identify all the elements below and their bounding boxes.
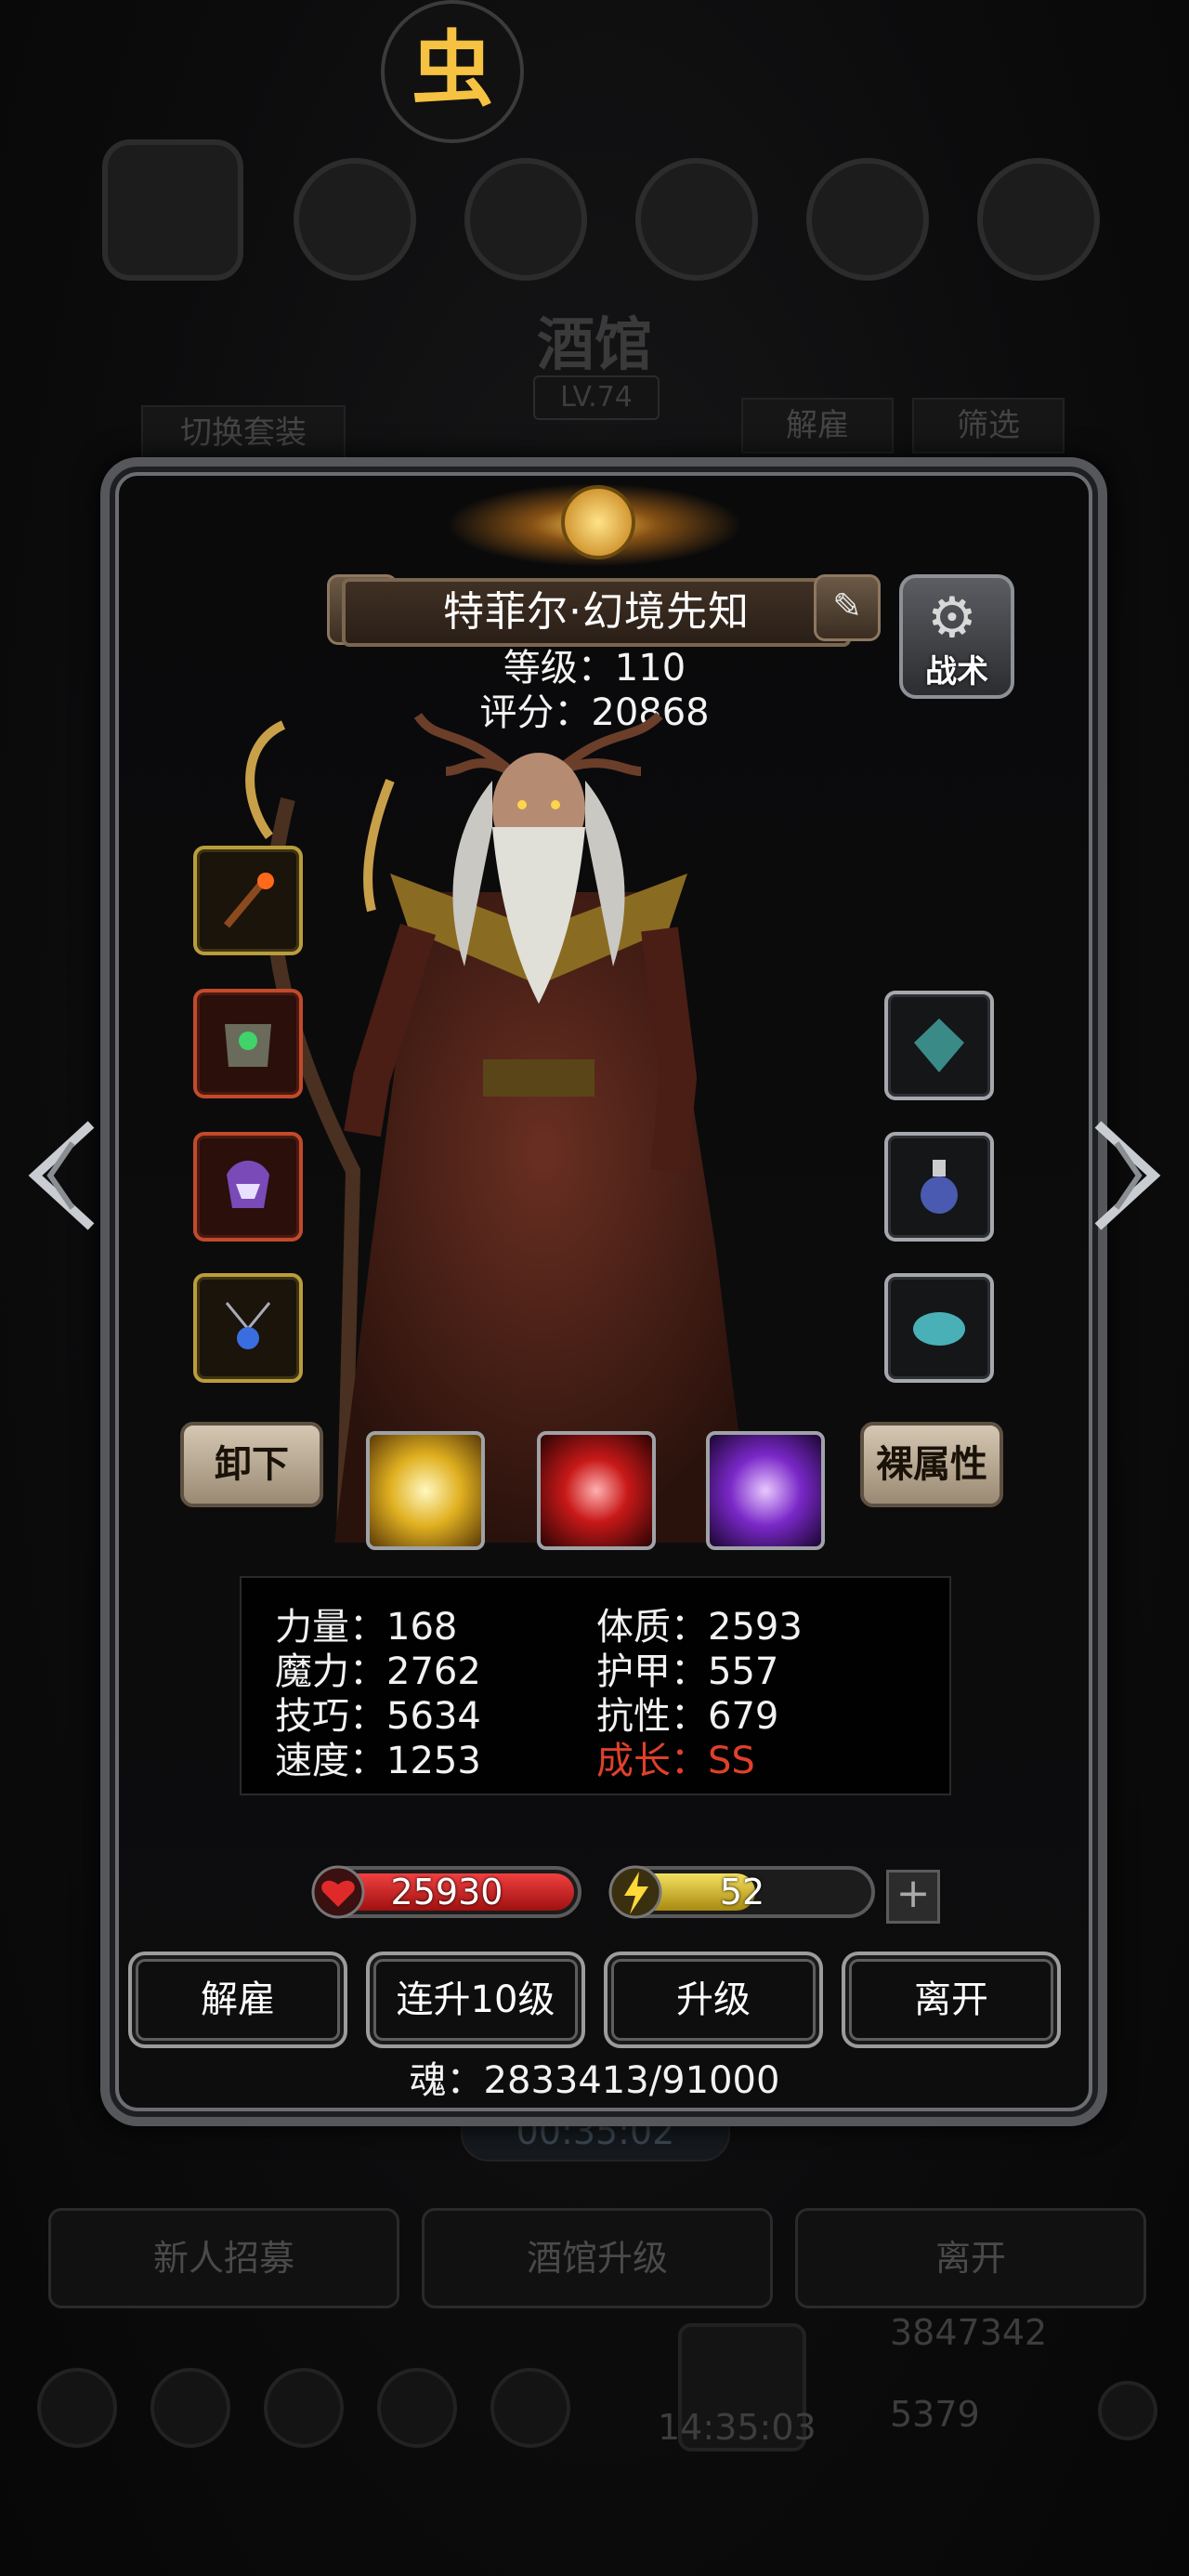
skill-slot-slash[interactable] xyxy=(537,1431,656,1550)
leave-button[interactable]: 离开 xyxy=(842,1952,1061,2048)
amulet-icon xyxy=(225,1302,271,1349)
bg-portrait xyxy=(102,139,243,281)
potion-slot[interactable] xyxy=(884,1132,994,1242)
next-hero-arrow-icon[interactable] xyxy=(1089,1115,1172,1236)
hp-bar: 25930 xyxy=(311,1865,581,1919)
menu-icon xyxy=(377,2368,457,2448)
switch-set-tab: 切换套装 xyxy=(141,405,346,461)
skill-slot-light[interactable] xyxy=(366,1431,485,1550)
edit-icon: ✎ xyxy=(832,585,862,626)
soul-counter: 魂：2833413/91000 xyxy=(409,2059,780,2102)
leave-tavern-button: 离开 xyxy=(795,2208,1146,2308)
weapon-slot[interactable] xyxy=(193,846,303,955)
menu-icon xyxy=(490,2368,570,2448)
tavern-level: LV.74 xyxy=(533,375,660,420)
staff-icon xyxy=(223,873,274,928)
bg-slot-icon xyxy=(635,158,758,281)
potion-icon xyxy=(921,1160,958,1214)
helmet-icon xyxy=(227,1161,269,1208)
previous-hero-arrow-icon[interactable] xyxy=(17,1115,100,1236)
hp-value: 25930 xyxy=(390,1872,503,1912)
add-icon xyxy=(1098,2381,1157,2440)
app-logo: 虫 xyxy=(381,0,524,143)
dismiss-tab: 解雇 xyxy=(741,398,894,453)
clock: 14:35:03 xyxy=(658,2407,817,2448)
bg-slot-icon xyxy=(977,158,1100,281)
filter-tab: 筛选 xyxy=(912,398,1065,453)
level-up-10-button[interactable]: 连升10级 xyxy=(366,1952,585,2048)
gold-count: 3847342 xyxy=(890,2312,1048,2353)
energy-bar: 52 xyxy=(608,1865,875,1919)
tavern-title: 酒馆 xyxy=(536,310,652,378)
stats-box: 力量：168 魔力：2762 技巧：5634 速度：1253 体质：2593 护… xyxy=(240,1576,951,1795)
add-energy-button[interactable]: + xyxy=(886,1870,940,1924)
gem-slot-1[interactable] xyxy=(884,991,994,1100)
bg-slot-icon xyxy=(294,158,416,281)
bare-attributes-button[interactable]: 裸属性 xyxy=(860,1422,1003,1507)
gem-count: 5379 xyxy=(890,2394,980,2435)
armor-slot[interactable] xyxy=(193,989,303,1098)
crystal-icon xyxy=(914,1019,964,1072)
hero-name: 特菲尔·幻境先知 xyxy=(342,578,851,647)
menu-icon xyxy=(150,2368,230,2448)
energy-value: 52 xyxy=(719,1872,765,1912)
stat-growth: 成长：SS xyxy=(596,1740,755,1782)
rename-button[interactable]: ✎ xyxy=(814,574,881,641)
menu-icon xyxy=(37,2368,117,2448)
level-up-button[interactable]: 升级 xyxy=(604,1952,823,2048)
helmet-slot[interactable] xyxy=(193,1132,303,1242)
stone-slot[interactable] xyxy=(884,1273,994,1383)
upgrade-tavern-button: 酒馆升级 xyxy=(422,2208,773,2308)
unequip-button[interactable]: 卸下 xyxy=(180,1422,323,1507)
recruit-button: 新人招募 xyxy=(48,2208,399,2308)
stat-speed: 速度：1253 xyxy=(275,1740,481,1782)
dismiss-button[interactable]: 解雇 xyxy=(128,1952,347,2048)
bg-slot-icon xyxy=(806,158,929,281)
armor-icon xyxy=(225,1024,271,1067)
bg-slot-icon xyxy=(464,158,587,281)
hero-portrait xyxy=(245,712,752,1543)
skill-slot-shadow[interactable] xyxy=(706,1431,825,1550)
menu-icon xyxy=(264,2368,344,2448)
amulet-slot[interactable] xyxy=(193,1273,303,1383)
sun-emblem-icon xyxy=(561,485,635,559)
stone-icon xyxy=(913,1312,965,1346)
